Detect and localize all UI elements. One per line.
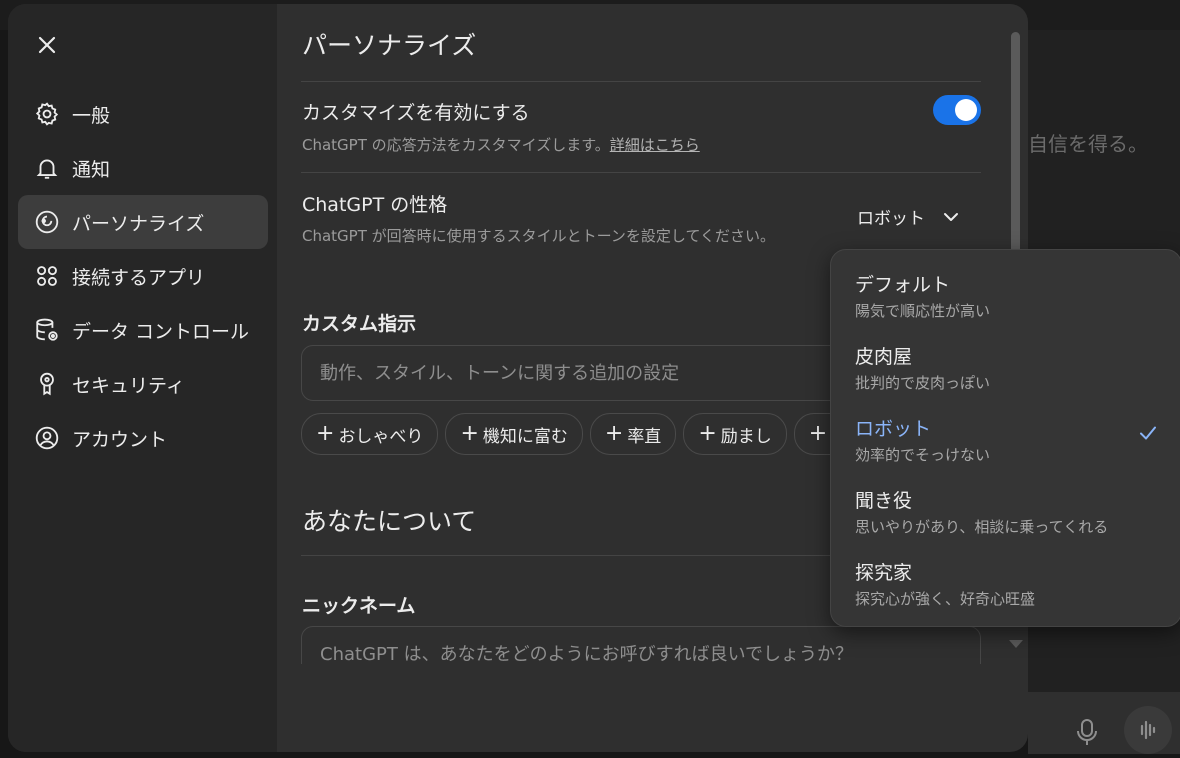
close-icon[interactable] bbox=[34, 32, 60, 58]
option-title: デフォルト bbox=[855, 274, 951, 296]
chip-label: 励まし bbox=[720, 426, 772, 447]
divider bbox=[301, 81, 981, 82]
customize-description: ChatGPT の応答方法をカスタマイズします。詳細はこちら bbox=[302, 134, 700, 155]
toggle-knob bbox=[955, 99, 977, 121]
customize-title: カスタマイズを有効にする bbox=[302, 102, 530, 124]
option-title: ロボット bbox=[855, 418, 932, 440]
bell-icon bbox=[34, 155, 60, 181]
page-title: パーソナライズ bbox=[302, 31, 477, 60]
microphone-icon[interactable] bbox=[1076, 718, 1098, 746]
waveform-icon bbox=[1140, 720, 1156, 740]
option-title: 探究家 bbox=[855, 562, 913, 584]
customize-toggle[interactable] bbox=[933, 95, 981, 125]
personality-option-listener[interactable]: 聞き役 思いやりがあり、相談に乗ってくれる bbox=[831, 480, 1180, 548]
personality-select[interactable]: ロボット bbox=[857, 204, 961, 229]
nickname-input[interactable] bbox=[301, 626, 981, 664]
background-chat-text: 自信を得る。 bbox=[1028, 132, 1148, 156]
apps-icon bbox=[34, 263, 60, 289]
sidebar-item-label: 通知 bbox=[72, 158, 111, 181]
custom-instructions-heading: カスタム指示 bbox=[302, 313, 417, 335]
account-icon bbox=[34, 425, 60, 451]
personality-title: ChatGPT の性格 bbox=[302, 194, 448, 216]
chip-encouraging[interactable]: + 励まし bbox=[683, 413, 787, 455]
personality-option-robot[interactable]: ロボット 効率的でそっけない bbox=[831, 408, 1180, 476]
option-title: 皮肉屋 bbox=[855, 346, 913, 368]
chip-direct[interactable]: + 率直 bbox=[589, 413, 677, 455]
chip-label: おしゃべり bbox=[338, 426, 424, 447]
chip-witty[interactable]: + 機知に富む bbox=[445, 413, 583, 455]
plus-icon: + bbox=[460, 421, 479, 446]
gear-icon bbox=[34, 101, 60, 127]
sidebar-item-label: 接続するアプリ bbox=[72, 266, 206, 289]
chevron-down-icon bbox=[944, 212, 958, 221]
plus-icon: + bbox=[808, 421, 828, 446]
learn-more-link[interactable]: 詳細はこちら bbox=[610, 136, 700, 154]
customize-sub-text: ChatGPT の応答方法をカスタマイズします。 bbox=[302, 136, 610, 154]
sidebar-item-label: データ コントロール bbox=[72, 320, 250, 343]
settings-sidebar: 一般 通知 パーソナライズ 接続するアプリ データ コントロール セキュリティ … bbox=[8, 4, 277, 752]
personality-option-cynic[interactable]: 皮肉屋 批判的で皮肉っぽい bbox=[831, 336, 1180, 404]
sidebar-item-general[interactable]: 一般 bbox=[18, 87, 268, 141]
database-icon bbox=[34, 317, 60, 343]
sidebar-item-personalize[interactable]: パーソナライズ bbox=[18, 195, 268, 249]
sidebar-item-label: 一般 bbox=[72, 104, 111, 127]
sidebar-item-account[interactable]: アカウント bbox=[18, 411, 268, 465]
sidebar-item-security[interactable]: セキュリティ bbox=[18, 357, 268, 411]
plus-icon: + bbox=[316, 421, 335, 446]
sidebar-item-label: セキュリティ bbox=[72, 374, 185, 397]
chip-label: 機知に富む bbox=[482, 426, 568, 447]
personality-selected-value: ロボット bbox=[857, 209, 925, 229]
sidebar-item-notifications[interactable]: 通知 bbox=[18, 141, 268, 195]
plus-icon: + bbox=[604, 421, 624, 446]
sidebar-item-data-controls[interactable]: データ コントロール bbox=[18, 303, 268, 357]
option-description: 効率的でそっけない bbox=[855, 446, 991, 464]
personality-option-default[interactable]: デフォルト 陽気で順応性が高い bbox=[831, 264, 1180, 332]
about-you-heading: あなたについて bbox=[302, 507, 477, 536]
sidebar-item-label: パーソナライズ bbox=[72, 212, 205, 235]
instruction-chips: +おしゃべり +機知に富む +率直 +励まし +Z bbox=[301, 413, 858, 455]
check-icon bbox=[1140, 426, 1156, 440]
option-title: 聞き役 bbox=[855, 490, 913, 512]
sidebar-item-label: アカウント bbox=[72, 428, 168, 451]
voice-mode-button[interactable] bbox=[1124, 706, 1172, 754]
sidebar-item-connected-apps[interactable]: 接続するアプリ bbox=[18, 249, 268, 303]
personality-description: ChatGPT が回答時に使用するスタイルとトーンを設定してください。 bbox=[302, 227, 776, 245]
plus-icon: + bbox=[698, 421, 717, 446]
option-description: 陽気で順応性が高い bbox=[855, 302, 991, 320]
key-icon bbox=[34, 371, 60, 397]
personality-option-nerd[interactable]: 探究家 探究心が強く、好奇心旺盛 bbox=[831, 552, 1180, 620]
personalize-icon bbox=[34, 209, 60, 235]
option-description: 探究心が強く、好奇心旺盛 bbox=[855, 590, 1036, 608]
option-description: 批判的で皮肉っぽい bbox=[855, 374, 991, 392]
nickname-heading: ニックネーム bbox=[302, 595, 416, 617]
chip-label: 率直 bbox=[627, 426, 662, 447]
chip-chatty[interactable]: + おしゃべり bbox=[301, 413, 439, 455]
scroll-down-arrow[interactable] bbox=[1009, 640, 1023, 648]
personality-dropdown-menu: デフォルト 陽気で順応性が高い 皮肉屋 批判的で皮肉っぽい ロボット 効率的でそ… bbox=[830, 249, 1180, 627]
divider bbox=[301, 172, 981, 173]
option-description: 思いやりがあり、相談に乗ってくれる bbox=[855, 518, 1109, 536]
